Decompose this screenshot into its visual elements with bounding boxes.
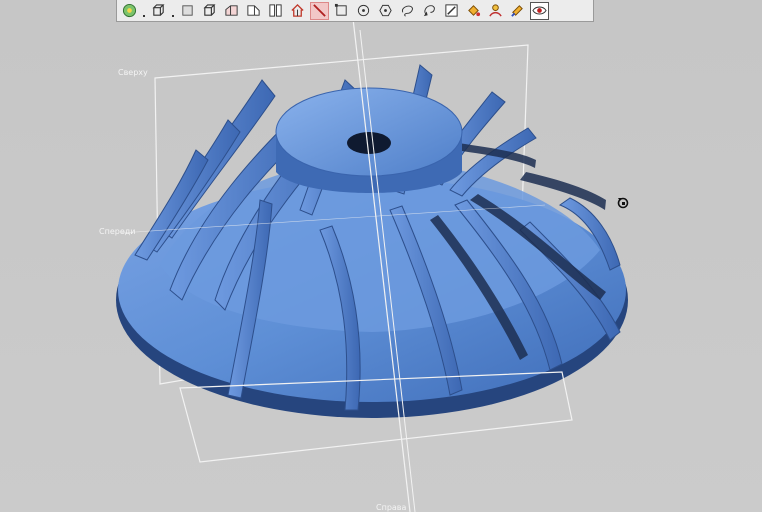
separator-dot xyxy=(142,2,146,20)
cube-view-icon[interactable] xyxy=(149,2,168,20)
3d-viewport[interactable]: Сверху Спереди Справа xyxy=(0,0,762,512)
section-left-icon[interactable] xyxy=(222,2,241,20)
impeller-model-scene xyxy=(116,9,628,512)
separator-dot xyxy=(171,2,175,20)
plane-view-icon[interactable] xyxy=(178,2,197,20)
plane-label-side: Справа xyxy=(376,503,407,512)
circle-point-icon[interactable] xyxy=(354,2,373,20)
hexagon-point-icon[interactable] xyxy=(376,2,395,20)
split-view-icon[interactable] xyxy=(266,2,285,20)
line-tool-icon[interactable] xyxy=(310,1,329,20)
plane-label-top: Сверху xyxy=(118,68,148,77)
iso-cube-icon[interactable] xyxy=(200,2,219,20)
lasso-icon[interactable] xyxy=(398,2,417,20)
impeller-bore xyxy=(347,132,391,154)
edit-pen-icon[interactable] xyxy=(442,2,461,20)
view-toolbar xyxy=(116,0,594,22)
plane-label-front: Спереди xyxy=(99,227,136,236)
rotate-cursor-icon xyxy=(616,195,630,214)
paint-tool-icon[interactable] xyxy=(508,2,527,20)
eye-visibility-icon[interactable] xyxy=(530,1,549,20)
fill-bucket-icon[interactable] xyxy=(464,2,483,20)
surface-tool-icon[interactable] xyxy=(486,2,505,20)
view-all-icon[interactable] xyxy=(120,2,139,20)
lasso-arrow-icon[interactable] xyxy=(420,2,439,20)
rectangle-select-icon[interactable] xyxy=(332,2,351,20)
house-section-icon[interactable] xyxy=(288,2,307,20)
section-right-icon[interactable] xyxy=(244,2,263,20)
